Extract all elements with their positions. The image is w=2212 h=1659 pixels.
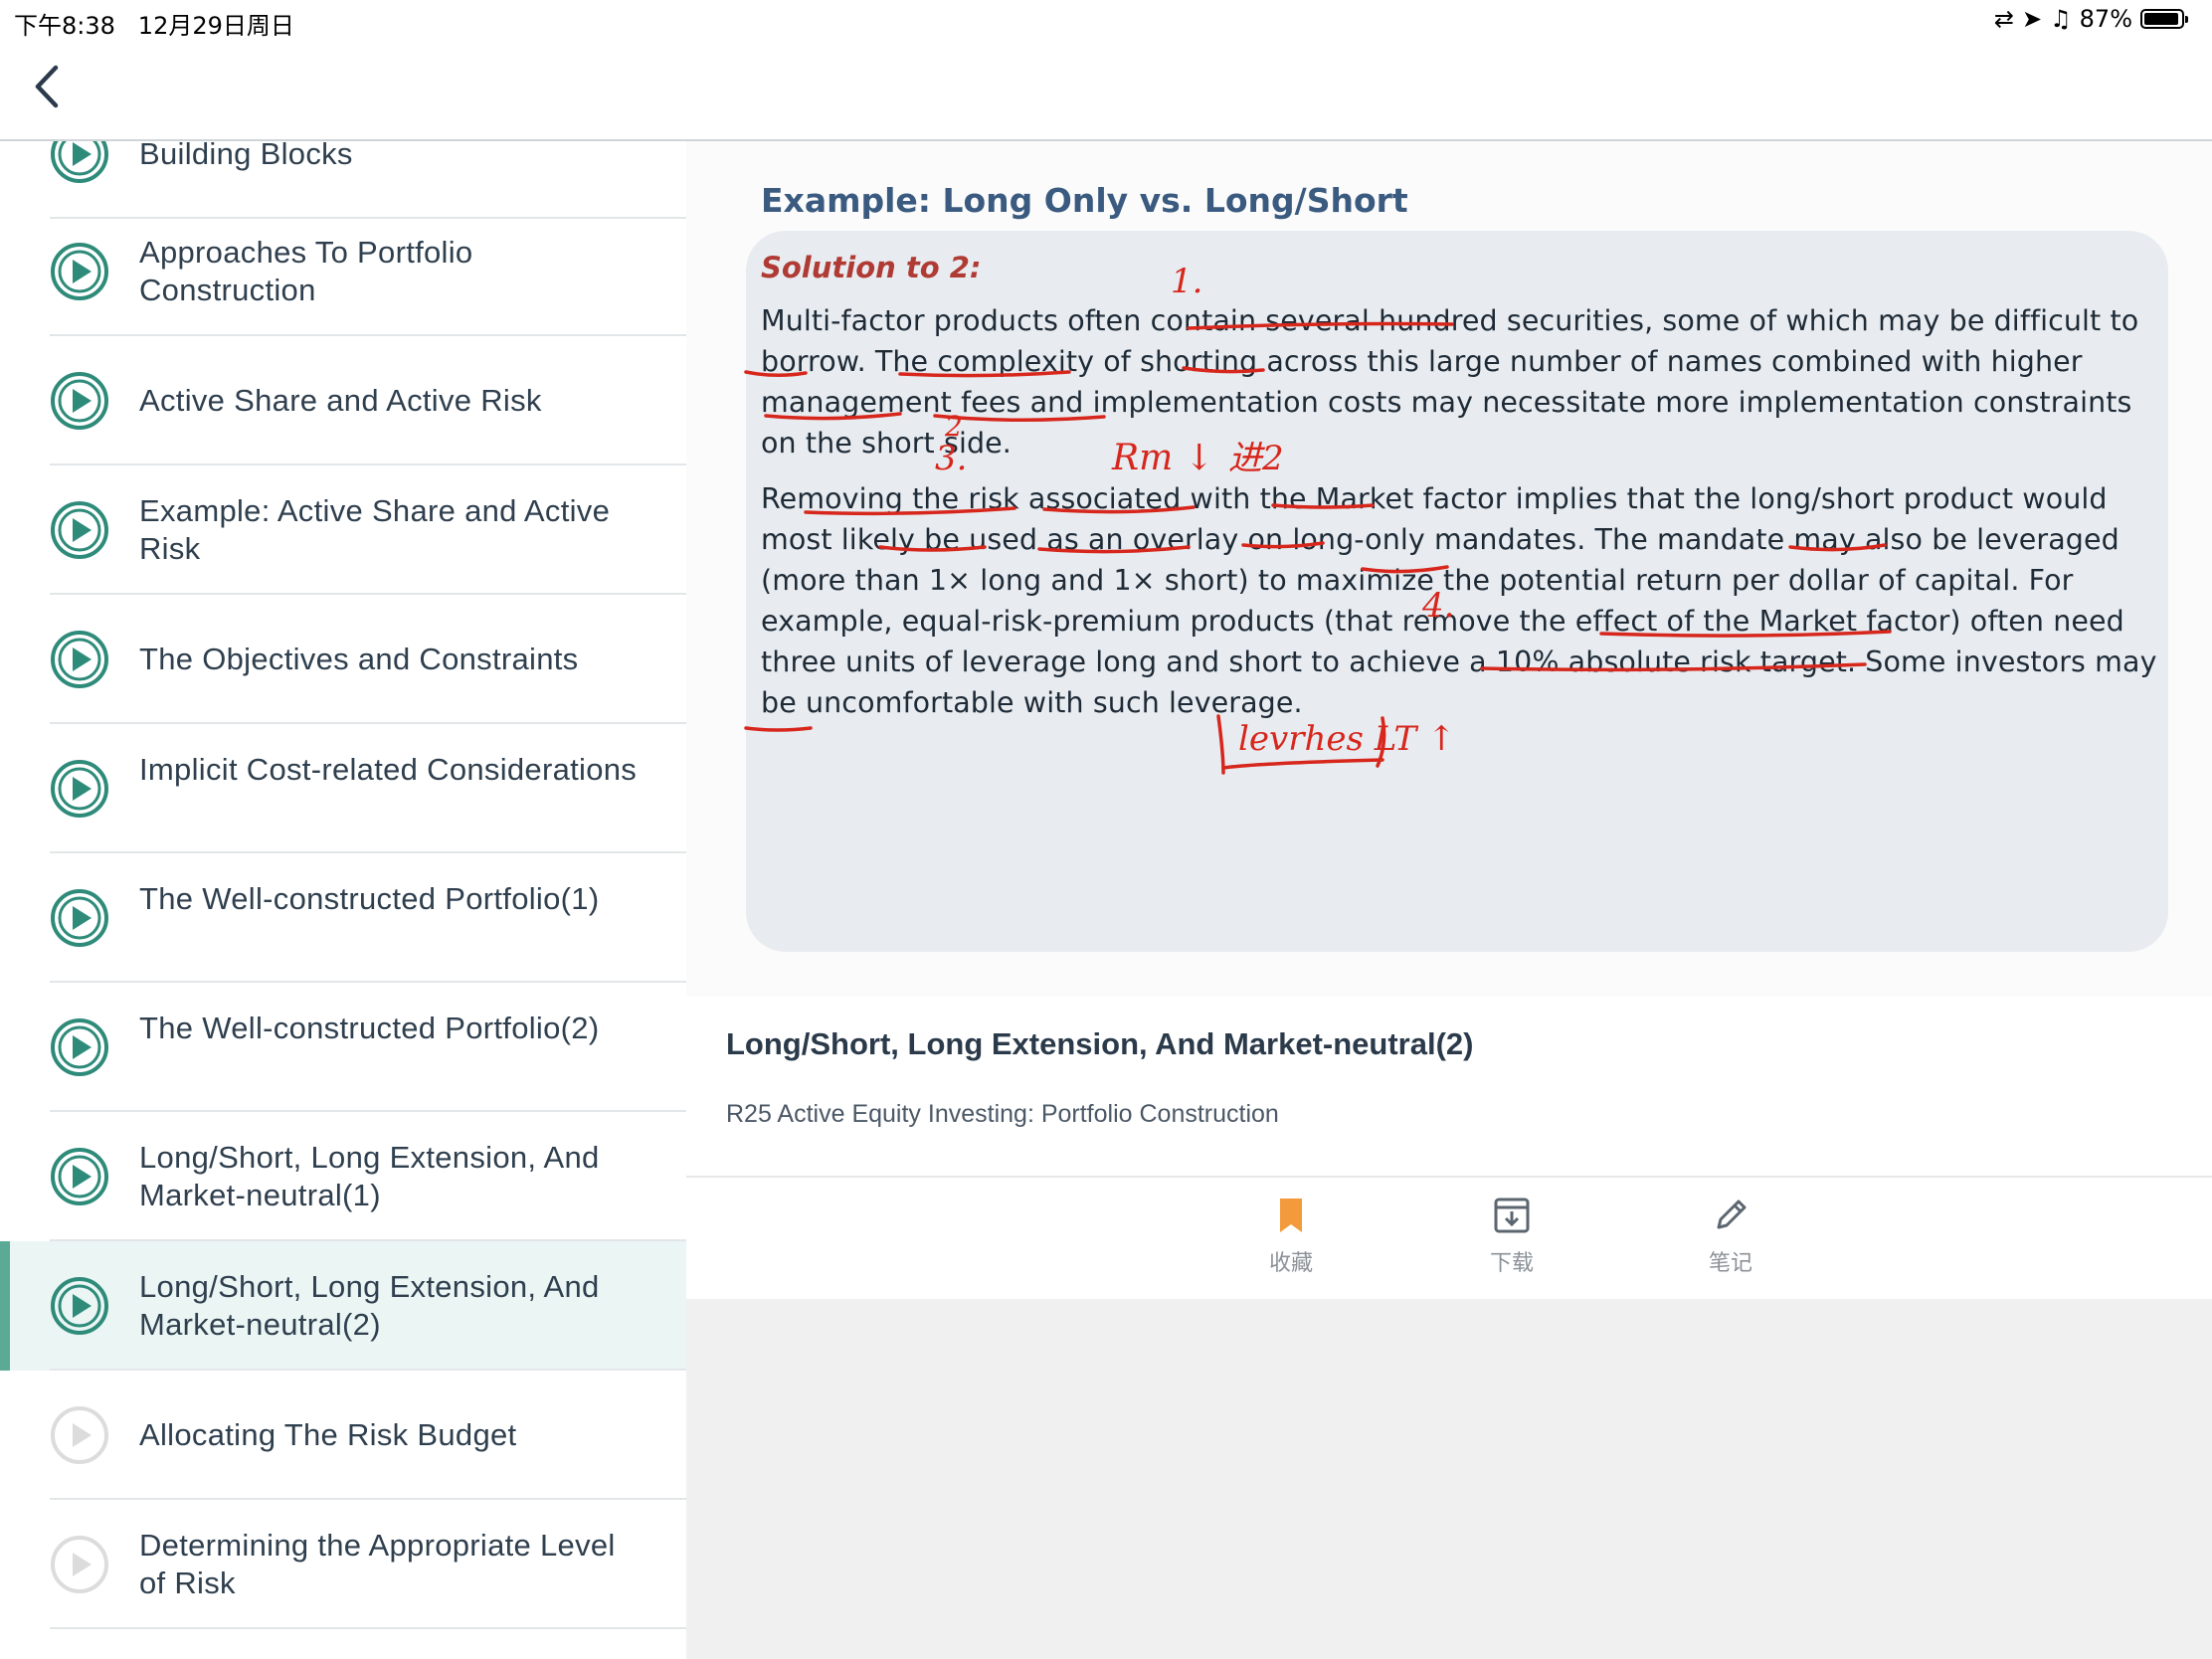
slide-title: Example: Long Only vs. Long/Short xyxy=(761,181,1408,220)
play-circle-icon xyxy=(51,372,108,430)
lesson-item[interactable]: The Objectives and Constraints xyxy=(0,595,686,724)
lesson-item[interactable]: Allocating The Risk Budget xyxy=(0,1371,686,1500)
pencil-icon xyxy=(1717,1199,1747,1229)
back-button[interactable] xyxy=(28,62,68,111)
lesson-item-label: The Well-constructed Portfolio(1) xyxy=(139,881,600,916)
lesson-item-label: Long/Short, Long Extension, And Market-n… xyxy=(139,1269,600,1342)
favorite-label: 收藏 xyxy=(1268,1251,1313,1276)
lesson-item[interactable]: The Well-constructed Portfolio(1) xyxy=(0,853,686,983)
download-label: 下载 xyxy=(1489,1251,1534,1276)
lesson-item[interactable]: Example: Active Share and Active Risk xyxy=(0,465,686,595)
lesson-title: Long/Short, Long Extension, And Market-n… xyxy=(726,1026,1474,1061)
lesson-item-label: Implicit Cost-related Considerations xyxy=(139,752,638,787)
battery-icon xyxy=(2140,9,2188,29)
download-button[interactable]: 下载 xyxy=(1452,1196,1571,1277)
lesson-info: Long/Short, Long Extension, And Market-n… xyxy=(686,997,2212,1178)
nav-bar xyxy=(0,40,2212,141)
play-circle-icon xyxy=(51,1018,108,1076)
play-circle-icon xyxy=(51,501,108,559)
headphones-icon: ♫ xyxy=(2050,5,2072,33)
slide-paragraph-2: Removing the risk associated with the Ma… xyxy=(761,482,2157,719)
lesson-item[interactable]: Active Share and Active Risk xyxy=(0,336,686,465)
video-slide[interactable]: Example: Long Only vs. Long/Short Soluti… xyxy=(686,141,2212,997)
lesson-item[interactable]: Determining the Appropriate Level of Ris… xyxy=(0,1500,686,1629)
lesson-item-label: Example: Active Share and Active Risk xyxy=(139,493,611,566)
action-toolbar: 收藏 下载 笔记 xyxy=(686,1178,2212,1299)
play-circle-icon xyxy=(51,1406,108,1464)
lesson-item-label: The Well-constructed Portfolio(2) xyxy=(139,1011,600,1045)
lesson-item[interactable]: Approaches To Portfolio Construction xyxy=(0,207,686,336)
solution-title: Solution to 2: xyxy=(761,251,982,284)
play-circle-icon xyxy=(51,1148,108,1205)
list-divider xyxy=(50,1627,686,1629)
main-content: Example: Long Only vs. Long/Short Soluti… xyxy=(686,141,2212,1659)
lesson-item[interactable]: Long/Short, Long Extension, And Market-n… xyxy=(0,1112,686,1241)
bookmark-icon xyxy=(1280,1198,1302,1232)
play-circle-icon xyxy=(51,243,108,300)
status-time: 下午8:38 12月29日周日 xyxy=(14,12,294,40)
lesson-item-label: Active Share and Active Risk xyxy=(139,383,542,418)
lesson-item[interactable]: Implicit Cost-related Considerations xyxy=(0,724,686,853)
notes-button[interactable]: 笔记 xyxy=(1671,1196,1790,1277)
lesson-sidebar: Building Blocks Approaches To Portfolio C… xyxy=(0,141,686,1659)
lesson-item-label: Allocating The Risk Budget xyxy=(139,1417,517,1452)
play-circle-icon xyxy=(51,1277,108,1335)
lesson-item[interactable]: Long/Short, Long Extension, And Market-n… xyxy=(0,1241,686,1371)
play-circle-icon xyxy=(51,631,108,688)
lesson-item-label: Approaches To Portfolio Construction xyxy=(139,235,473,307)
slide-paragraph-1: Multi-factor products often contain seve… xyxy=(761,304,2139,460)
lesson-item-label: The Objectives and Constraints xyxy=(139,642,579,676)
play-circle-icon xyxy=(51,1536,108,1593)
battery-percent: 87% xyxy=(2079,5,2132,33)
status-bar: 下午8:38 12月29日周日 ⇄ ➤ ♫ 87% xyxy=(0,0,2212,40)
notes-label: 笔记 xyxy=(1708,1251,1752,1276)
play-circle-icon xyxy=(51,889,108,947)
lesson-subtitle: R25 Active Equity Investing: Portfolio C… xyxy=(726,1100,1279,1128)
lesson-item-label: Long/Short, Long Extension, And Market-n… xyxy=(139,1140,600,1212)
status-right: ⇄ ➤ ♫ 87% xyxy=(1993,5,2188,33)
lesson-item-label: Determining the Appropriate Level of Ris… xyxy=(139,1528,616,1600)
download-icon xyxy=(1494,1198,1530,1233)
location-icon: ➤ xyxy=(2022,5,2043,33)
play-circle-icon xyxy=(51,141,108,183)
active-indicator xyxy=(0,1241,10,1371)
lesson-item-label: Building Blocks xyxy=(139,141,353,171)
link-icon: ⇄ xyxy=(1993,5,2015,33)
chevron-left-icon xyxy=(35,65,59,108)
favorite-button[interactable]: 收藏 xyxy=(1231,1196,1351,1277)
play-circle-icon xyxy=(51,760,108,818)
lesson-item[interactable]: The Well-constructed Portfolio(2) xyxy=(0,983,686,1112)
